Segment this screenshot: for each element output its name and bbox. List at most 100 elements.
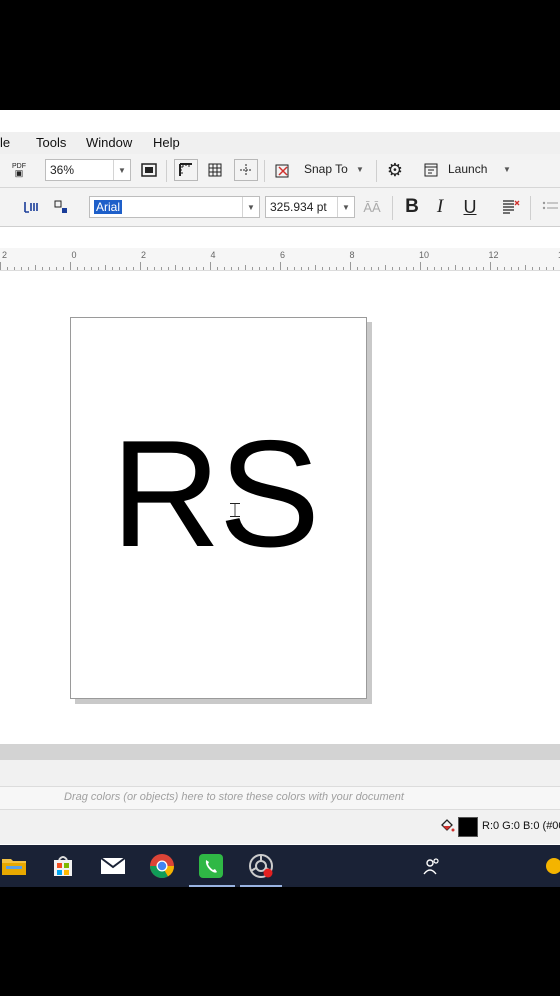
horizontal-scrollbar[interactable]	[0, 744, 560, 760]
ruler-number: 2	[2, 250, 8, 260]
full-screen-icon[interactable]	[138, 159, 160, 181]
show-grid-icon[interactable]	[204, 159, 226, 181]
ruler-tick	[287, 267, 288, 270]
toolbar-separator	[376, 160, 377, 182]
mail-icon[interactable]	[99, 852, 127, 880]
bold-button[interactable]: B	[403, 195, 421, 219]
italic-button[interactable]: I	[432, 195, 448, 219]
ruler-tick	[126, 267, 127, 270]
recorder-app-icon[interactable]	[247, 852, 275, 880]
zoom-combo[interactable]: 36% ▼	[45, 159, 131, 181]
snap-to-label[interactable]: Snap To	[304, 162, 348, 176]
show-rulers-icon[interactable]	[174, 159, 198, 181]
status-bar: R:0 G:0 B:0 (#00	[0, 810, 560, 844]
ruler-tick	[175, 265, 176, 270]
launch-label[interactable]: Launch	[448, 162, 487, 176]
ruler-number: 6	[280, 250, 286, 260]
ruler-tick	[161, 267, 162, 270]
ruler-tick	[371, 267, 372, 270]
ruler-tick	[378, 267, 379, 270]
ruler-tick	[63, 267, 64, 270]
font-list-combo[interactable]: Arial ▼	[89, 196, 260, 218]
ruler-tick	[490, 262, 491, 270]
ruler-tick	[441, 267, 442, 270]
ruler-tick	[525, 265, 526, 270]
ruler-tick	[357, 267, 358, 270]
text-cursor-icon: ⌶	[229, 498, 241, 522]
ruler-tick	[0, 262, 1, 270]
ruler-tick	[497, 267, 498, 270]
ruler-tick	[294, 267, 295, 270]
chevron-down-icon[interactable]: ▼	[242, 197, 259, 217]
toolbar-separator	[530, 196, 531, 220]
horizontal-ruler[interactable]: 202468101214	[0, 248, 560, 271]
chevron-down-icon[interactable]: ▼	[503, 165, 511, 174]
ruler-tick	[238, 267, 239, 270]
ruler-tick	[7, 267, 8, 270]
menu-bar: le Tools Window Help	[0, 132, 560, 154]
ruler-tick	[469, 267, 470, 270]
menu-item-tools[interactable]: Tools	[36, 135, 66, 150]
ruler-tick	[532, 267, 533, 270]
chevron-down-icon[interactable]: ▼	[337, 197, 354, 217]
bullet-list-icon[interactable]	[540, 197, 560, 217]
fill-color-swatch[interactable]	[458, 817, 478, 837]
ruler-tick	[119, 267, 120, 270]
file-explorer-icon[interactable]	[0, 852, 28, 880]
ruler-tick	[84, 267, 85, 270]
ruler-tick	[14, 267, 15, 270]
ruler-tick	[21, 267, 22, 270]
menu-item-help[interactable]: Help	[153, 135, 180, 150]
snap-off-icon[interactable]	[272, 159, 294, 181]
ruler-tick	[322, 267, 323, 270]
ruler-tick	[308, 267, 309, 270]
ruler-tick	[364, 267, 365, 270]
ruler-tick	[448, 267, 449, 270]
show-guidelines-icon[interactable]	[234, 159, 258, 181]
toolbar-separator	[264, 160, 265, 182]
ruler-tick	[483, 267, 484, 270]
font-name-value[interactable]: Arial	[94, 200, 123, 214]
ruler-tick	[392, 267, 393, 270]
document-page[interactable]: RS ⌶	[70, 317, 367, 699]
people-icon[interactable]	[418, 852, 446, 880]
launch-icon[interactable]	[422, 160, 440, 180]
underline-button[interactable]: U	[460, 195, 480, 219]
gear-icon[interactable]: ⚙	[384, 159, 406, 181]
ruler-tick	[245, 265, 246, 270]
ruler-tick	[42, 267, 43, 270]
ruler-tick	[336, 267, 337, 270]
text-direction-icon[interactable]	[20, 197, 42, 217]
ruler-tick	[399, 267, 400, 270]
phone-app-icon[interactable]	[197, 852, 225, 880]
ruler-tick	[105, 265, 106, 270]
publish-pdf-icon[interactable]: PDF ▣	[8, 160, 30, 180]
chevron-down-icon[interactable]: ▼	[356, 165, 364, 174]
menu-item-window[interactable]: Window	[86, 135, 132, 150]
paragraph-align-icon[interactable]	[500, 197, 522, 217]
ruler-tick	[301, 267, 302, 270]
weather-icon[interactable]	[540, 852, 560, 880]
ruler-tick	[168, 267, 169, 270]
ruler-tick	[273, 267, 274, 270]
chevron-down-icon[interactable]: ▼	[113, 160, 130, 180]
artistic-text-object[interactable]: RS	[111, 418, 320, 570]
active-app-indicator	[189, 885, 235, 887]
menu-item-file-partial[interactable]: le	[0, 135, 10, 150]
document-palette[interactable]: Drag colors (or objects) here to store t…	[0, 787, 560, 810]
text-along-path-icon[interactable]	[50, 197, 72, 217]
ruler-tick	[427, 267, 428, 270]
ruler-number: 12	[488, 250, 499, 260]
text-property-bar: Arial ▼ 325.934 pt ▼ ĀĀ B I U	[0, 188, 560, 227]
store-icon[interactable]	[49, 852, 77, 880]
ruler-number: 2	[141, 250, 147, 260]
ruler-number: 10	[419, 250, 430, 260]
font-size-value[interactable]: 325.934 pt	[270, 200, 327, 214]
drawing-canvas[interactable]: RS ⌶	[0, 271, 560, 744]
ruler-tick	[406, 267, 407, 270]
chrome-icon[interactable]	[148, 852, 176, 880]
font-size-combo[interactable]: 325.934 pt ▼	[265, 196, 355, 218]
ruler-tick	[259, 267, 260, 270]
ruler-tick	[329, 267, 330, 270]
ruler-tick	[462, 267, 463, 270]
